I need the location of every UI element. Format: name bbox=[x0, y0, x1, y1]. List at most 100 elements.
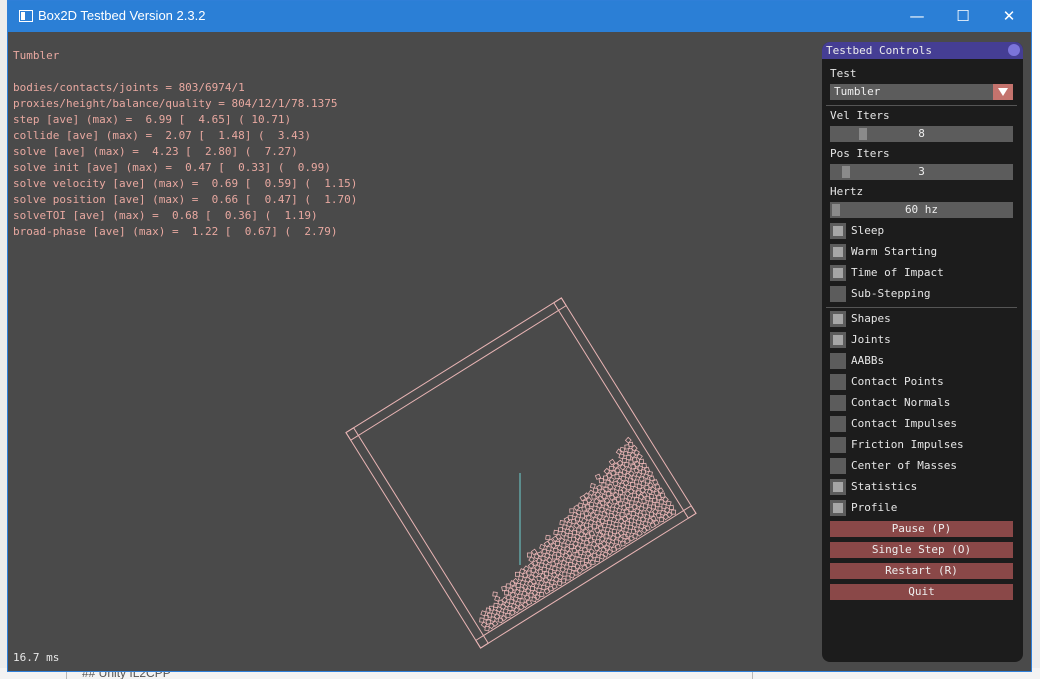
stat-line: bodies/contacts/joints = 803/6974/1 bbox=[13, 81, 245, 94]
quit-button[interactable]: Quit bbox=[830, 584, 1013, 600]
option-warm-starting[interactable]: Warm Starting bbox=[830, 244, 1015, 260]
stat-line: solve velocity [ave] (max) = 0.69 [ 0.59… bbox=[13, 177, 358, 190]
stat-line: solve position [ave] (max) = 0.66 [ 0.47… bbox=[13, 193, 358, 206]
hertz-label: Hertz bbox=[830, 185, 864, 198]
small-body bbox=[601, 511, 608, 517]
small-body bbox=[629, 481, 636, 488]
option-joints[interactable]: Joints bbox=[830, 332, 1015, 348]
maximize-button[interactable]: ☐ bbox=[940, 1, 986, 32]
stat-line bbox=[13, 64, 357, 80]
small-body bbox=[645, 478, 651, 484]
small-body bbox=[576, 527, 582, 533]
stat-line: step [ave] (max) = 6.99 [ 4.65] ( 10.71) bbox=[13, 113, 292, 126]
small-body bbox=[545, 534, 551, 541]
option-statistics[interactable]: Statistics bbox=[830, 479, 1015, 495]
window-title: Box2D Testbed Version 2.3.2 bbox=[38, 8, 206, 23]
small-body bbox=[624, 490, 631, 498]
small-body bbox=[517, 593, 523, 600]
pause-button[interactable]: Pause (P) bbox=[830, 521, 1013, 537]
contact-impulses-checkbox[interactable] bbox=[830, 416, 846, 432]
small-body bbox=[480, 610, 487, 617]
joints-checkbox[interactable] bbox=[830, 332, 846, 348]
shapes-checkbox[interactable] bbox=[830, 311, 846, 327]
tumbler-wall bbox=[345, 427, 489, 649]
small-body bbox=[624, 537, 631, 545]
small-body bbox=[619, 446, 626, 453]
statistics-checkbox[interactable] bbox=[830, 479, 846, 495]
pos-iters-slider[interactable]: 3 bbox=[830, 164, 1013, 180]
test-label: Test bbox=[830, 67, 857, 80]
stat-line: solve [ave] (max) = 4.23 [ 2.80] ( 7.27) bbox=[13, 145, 298, 158]
small-body bbox=[643, 466, 651, 473]
small-body bbox=[589, 482, 596, 489]
option-sleep[interactable]: Sleep bbox=[830, 223, 1015, 239]
option-profile[interactable]: Profile bbox=[830, 500, 1015, 516]
contact-points-checkbox[interactable] bbox=[830, 374, 846, 390]
option-contact-normals[interactable]: Contact Normals bbox=[830, 395, 1015, 411]
center-of-masses-checkbox[interactable] bbox=[830, 458, 846, 474]
aabbs-checkbox[interactable] bbox=[830, 353, 846, 369]
option-center-of-masses[interactable]: Center of Masses bbox=[830, 458, 1015, 474]
small-body bbox=[479, 617, 485, 623]
warm-starting-checkbox[interactable] bbox=[830, 244, 846, 260]
dropdown-arrow-icon[interactable] bbox=[993, 84, 1013, 100]
small-body bbox=[624, 502, 631, 509]
option-time-of-impact[interactable]: Time of Impact bbox=[830, 265, 1015, 281]
small-body bbox=[625, 454, 632, 461]
option-aabbs[interactable]: AABBs bbox=[830, 353, 1015, 369]
small-body bbox=[628, 441, 634, 448]
small-body bbox=[627, 447, 633, 454]
separator bbox=[826, 105, 1017, 106]
option-contact-impulses[interactable]: Contact Impulses bbox=[830, 416, 1015, 432]
small-body bbox=[603, 486, 609, 493]
title-bar[interactable]: Box2D Testbed Version 2.3.2 — ☐ ✕ bbox=[8, 1, 1031, 32]
small-body bbox=[601, 482, 607, 488]
small-body bbox=[619, 494, 625, 500]
test-select[interactable]: Tumbler bbox=[830, 84, 1013, 100]
option-shapes[interactable]: Shapes bbox=[830, 311, 1015, 327]
option-friction-impulses[interactable]: Friction Impulses bbox=[830, 437, 1015, 453]
small-body bbox=[557, 527, 564, 533]
sleep-checkbox[interactable] bbox=[830, 223, 846, 239]
small-body bbox=[598, 553, 606, 560]
small-body bbox=[632, 533, 638, 539]
small-body bbox=[605, 479, 611, 486]
stat-line: solve init [ave] (max) = 0.47 [ 0.33] ( … bbox=[13, 161, 331, 174]
collapse-dot-icon[interactable] bbox=[1008, 44, 1020, 56]
small-body bbox=[539, 543, 546, 551]
testbed-window: Box2D Testbed Version 2.3.2 — ☐ ✕ Tumble… bbox=[7, 0, 1032, 672]
minimize-button[interactable]: — bbox=[894, 1, 940, 32]
small-body bbox=[658, 516, 665, 523]
profile-checkbox[interactable] bbox=[830, 500, 846, 516]
small-body bbox=[633, 497, 640, 503]
vel-iters-value: 8 bbox=[918, 127, 925, 140]
warm-starting-label: Warm Starting bbox=[851, 245, 938, 258]
small-body bbox=[632, 492, 637, 498]
stat-line: collide [ave] (max) = 2.07 [ 1.48] ( 3.4… bbox=[13, 129, 312, 142]
small-body bbox=[598, 477, 604, 484]
restart-button[interactable]: Restart (R) bbox=[830, 563, 1013, 579]
testbed-controls-panel: Testbed Controls Test Tumbler Vel Iters … bbox=[822, 42, 1023, 662]
separator bbox=[826, 307, 1017, 308]
small-body bbox=[613, 521, 619, 528]
simulation-viewport[interactable]: Tumbler bodies/contacts/joints = 803/6974… bbox=[8, 32, 1031, 671]
friction-impulses-checkbox[interactable] bbox=[830, 437, 846, 453]
app-window-icon[interactable] bbox=[19, 10, 33, 22]
contact-impulses-label: Contact Impulses bbox=[851, 417, 957, 430]
vel-iters-slider[interactable]: 8 bbox=[830, 126, 1013, 142]
small-body bbox=[623, 508, 630, 516]
small-body bbox=[583, 510, 590, 517]
option-sub-stepping[interactable]: Sub-Stepping bbox=[830, 286, 1015, 302]
panel-header[interactable]: Testbed Controls bbox=[822, 42, 1023, 59]
sub-stepping-checkbox[interactable] bbox=[830, 286, 846, 302]
option-contact-points[interactable]: Contact Points bbox=[830, 374, 1015, 390]
hertz-slider[interactable]: 60 hz bbox=[830, 202, 1013, 218]
test-select-value: Tumbler bbox=[834, 85, 881, 98]
single-step-button[interactable]: Single Step (O) bbox=[830, 542, 1013, 558]
contact-normals-checkbox[interactable] bbox=[830, 395, 846, 411]
small-body bbox=[492, 591, 498, 597]
small-body bbox=[514, 571, 520, 577]
small-body bbox=[640, 480, 647, 487]
time-of-impact-checkbox[interactable] bbox=[830, 265, 846, 281]
close-button[interactable]: ✕ bbox=[986, 1, 1032, 32]
